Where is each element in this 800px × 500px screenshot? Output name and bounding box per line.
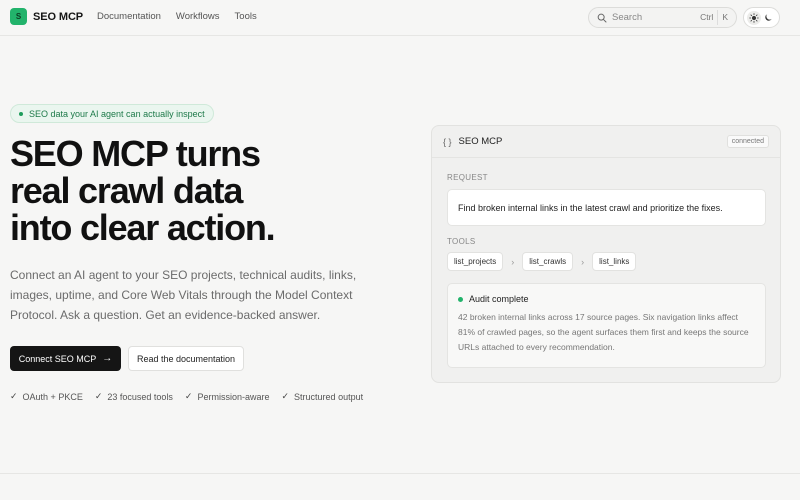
light-mode-button[interactable] — [747, 10, 762, 25]
check-icon: ✓ — [10, 391, 18, 401]
search-shortcut: Ctrl K — [696, 10, 732, 25]
success-dot-icon — [458, 296, 463, 302]
hero-badge-text: SEO data your AI agent can actually insp… — [29, 108, 205, 119]
tool-chip-list-links: list_links — [592, 252, 637, 271]
kbd-ctrl: Ctrl — [700, 12, 714, 22]
brand-logo[interactable]: S SEO MCP — [10, 8, 83, 25]
result-body: 42 broken internal links across 17 sourc… — [458, 312, 749, 352]
nav-link-documentation[interactable]: Documentation — [97, 11, 161, 22]
arrow-right-icon: → — [102, 353, 113, 364]
result-title: Audit complete — [469, 294, 529, 304]
mcp-demo-panel: { } SEO MCP connected REQUEST Find broke… — [431, 125, 781, 383]
connect-button[interactable]: Connect SEO MCP → — [10, 346, 121, 371]
hero-badge: SEO data your AI agent can actually insp… — [10, 104, 214, 123]
nav-link-tools[interactable]: Tools — [235, 11, 257, 22]
check-icon: ✓ — [281, 391, 290, 401]
panel-header: { } SEO MCP connected — [432, 126, 780, 158]
chevron-right-icon: › — [581, 256, 585, 267]
brand-name: SEO MCP — [33, 10, 84, 23]
section-divider — [0, 473, 800, 474]
hero-title-line-2: real crawl data — [10, 170, 243, 211]
feature-item: ✓ Permission-aware — [185, 391, 270, 402]
feature-list: ✓ OAuth + PKCE ✓ 23 focused tools ✓ Perm… — [10, 391, 375, 402]
search-placeholder: Search — [612, 12, 643, 23]
kbd-k: K — [717, 10, 732, 25]
request-label: REQUEST — [447, 173, 488, 182]
tool-chain: list_projects › list_crawls › list_links — [447, 252, 637, 271]
main-nav: Documentation Workflows Tools — [97, 11, 272, 22]
read-docs-button[interactable]: Read the documentation — [128, 346, 244, 371]
search-box[interactable]: Search Ctrl K — [588, 7, 737, 28]
feature-item: ✓ 23 focused tools — [95, 391, 173, 402]
feature-label: 23 focused tools — [107, 391, 173, 402]
moon-icon — [765, 14, 773, 21]
request-text: Find broken internal links in the latest… — [458, 202, 723, 213]
connect-button-label: Connect SEO MCP — [18, 353, 97, 364]
dark-mode-button[interactable] — [762, 11, 776, 25]
feature-item: ✓ Structured output — [282, 391, 364, 402]
feature-label: Structured output — [294, 391, 364, 402]
feature-label: OAuth + PKCE — [22, 391, 83, 402]
feature-label: Permission-aware — [197, 391, 270, 402]
sun-icon — [749, 12, 759, 23]
theme-toggle — [743, 7, 780, 28]
hero-subtitle: Connect an AI agent to your SEO projects… — [10, 268, 357, 322]
check-icon: ✓ — [184, 391, 193, 401]
hero-title: SEO MCP turns real crawl data into clear… — [10, 135, 410, 246]
top-navbar: S SEO MCP Documentation Workflows Tools … — [0, 0, 800, 36]
hero-title-line-3: into clear action. — [10, 207, 276, 248]
tool-chip-list-crawls: list_crawls — [522, 252, 574, 271]
connection-status-badge: connected — [726, 135, 769, 148]
feature-item: ✓ OAuth + PKCE — [10, 391, 83, 402]
tool-chip-list-projects: list_projects — [447, 252, 504, 271]
request-box: Find broken internal links in the latest… — [447, 189, 766, 226]
hero-title-line-1: SEO MCP turns — [10, 133, 261, 174]
panel-title: SEO MCP — [458, 136, 503, 147]
braces-icon: { } — [443, 136, 452, 147]
chevron-right-icon: › — [511, 256, 515, 267]
read-docs-button-label: Read the documentation — [136, 353, 236, 364]
search-icon — [597, 13, 607, 23]
check-icon: ✓ — [94, 391, 103, 401]
result-header: Audit complete — [458, 294, 755, 304]
result-card: Audit complete 42 broken internal links … — [447, 283, 766, 368]
logo-icon: S — [10, 8, 27, 25]
tools-label: TOOLS — [447, 237, 476, 246]
nav-link-workflows[interactable]: Workflows — [176, 11, 220, 22]
status-dot-icon — [19, 111, 23, 116]
